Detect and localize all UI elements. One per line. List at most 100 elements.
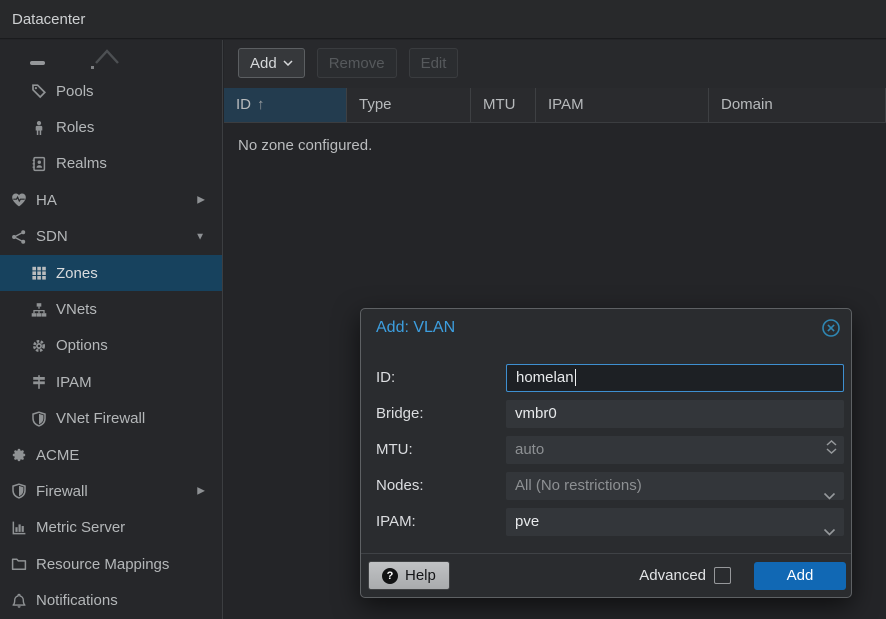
- sidebar-item-vnets[interactable]: VNets: [0, 291, 222, 327]
- nodes-label: Nodes:: [376, 472, 506, 500]
- ipam-value: pve: [515, 513, 539, 530]
- sort-ascending-icon: ↑: [257, 96, 265, 113]
- field-row-id: ID: homelan: [376, 364, 844, 392]
- column-label: IPAM: [548, 96, 584, 113]
- sidebar-item-label: Metric Server: [36, 519, 125, 536]
- add-vlan-dialog: Add: VLAN ID:homelanBridge:vmbr0MTU:auto…: [360, 308, 852, 598]
- shield-icon: [10, 483, 28, 499]
- sidebar-item-label: Options: [56, 337, 108, 354]
- chevron-down-icon: [283, 60, 293, 66]
- heartbeat-icon: [10, 192, 28, 208]
- dialog-header[interactable]: Add: VLAN: [361, 309, 851, 345]
- close-icon[interactable]: [821, 318, 841, 338]
- shield-icon: [30, 411, 48, 427]
- column-header-id[interactable]: ID↑: [224, 88, 347, 122]
- field-row-nodes: Nodes:All (No restrictions): [376, 472, 844, 500]
- sidebar-item-ipam[interactable]: IPAM: [0, 364, 222, 400]
- sidebar-item-notifications[interactable]: Notifications: [0, 582, 222, 618]
- edit-button-label: Edit: [421, 55, 447, 72]
- id-label: ID:: [376, 364, 506, 392]
- grid-icon: [30, 265, 48, 281]
- sidebar-item-realms[interactable]: Realms: [0, 146, 222, 182]
- sidebar-item-firewall[interactable]: Firewall ▶: [0, 473, 222, 509]
- partially-scrolled-item[interactable]: [0, 40, 222, 73]
- id-value: homelan: [516, 369, 574, 386]
- advanced-label: Advanced: [639, 567, 706, 584]
- help-button-label: Help: [405, 567, 436, 584]
- sidebar-item-acme[interactable]: ACME: [0, 437, 222, 473]
- column-header-mtu[interactable]: MTU: [471, 88, 536, 122]
- chevron-down-icon[interactable]: [823, 482, 836, 510]
- share-nodes-icon: [10, 229, 28, 245]
- caret-down-icon[interactable]: ▼: [195, 231, 205, 242]
- ipam-label: IPAM:: [376, 508, 506, 536]
- sidebar-item-sdn[interactable]: SDN ▼: [0, 219, 222, 255]
- mtu-spinner-field[interactable]: auto: [506, 436, 844, 464]
- add-submit-button[interactable]: Add: [754, 562, 846, 590]
- column-header-type[interactable]: Type: [347, 88, 471, 122]
- field-row-bridge: Bridge:vmbr0: [376, 400, 844, 428]
- zones-toolbar: Add Remove Edit: [224, 40, 886, 88]
- bridge-input[interactable]: vmbr0: [506, 400, 844, 428]
- id-input[interactable]: homelan: [506, 364, 844, 392]
- sidebar-item-options[interactable]: Options: [0, 328, 222, 364]
- chevron-down-icon[interactable]: [823, 518, 836, 546]
- sidebar-item-label: Pools: [56, 83, 94, 100]
- top-header-bar: Datacenter: [0, 0, 886, 39]
- caret-right-icon[interactable]: ▶: [197, 195, 205, 206]
- navigation-sidebar: Pools Roles Realms HA ▶ SDN ▼ Zones VNets Options…: [0, 40, 223, 619]
- tag-icon: [30, 83, 48, 99]
- page-title: Datacenter: [12, 0, 85, 39]
- address-book-icon: [30, 156, 48, 172]
- edit-button[interactable]: Edit: [409, 48, 459, 78]
- sidebar-item-label: VNet Firewall: [56, 410, 145, 427]
- field-row-ipam: IPAM: pve: [376, 508, 844, 536]
- add-button-label: Add: [250, 55, 277, 72]
- sidebar-item-metric-server[interactable]: Metric Server: [0, 510, 222, 546]
- sidebar-item-pools[interactable]: Pools: [0, 73, 222, 109]
- bridge-label: Bridge:: [376, 400, 506, 428]
- user-icon: [30, 120, 48, 136]
- chevron-up-icon: [94, 47, 120, 65]
- sidebar-item-label: IPAM: [56, 374, 92, 391]
- sidebar-item-label: VNets: [56, 301, 97, 318]
- ipam-dropdown[interactable]: pve: [506, 508, 844, 536]
- sidebar-item-label: SDN: [36, 228, 68, 245]
- sidebar-item-ha[interactable]: HA ▶: [0, 182, 222, 218]
- empty-table-message: No zone configured.: [238, 137, 886, 154]
- sidebar-item-label: ACME: [36, 447, 79, 464]
- bell-icon: [10, 593, 28, 609]
- column-label: Type: [359, 96, 392, 113]
- sitemap-icon: [30, 302, 48, 318]
- sidebar-item-label: Realms: [56, 155, 107, 172]
- spinner-up-down-icon[interactable]: [826, 440, 837, 454]
- dialog-footer: ? Help Advanced Add: [361, 553, 851, 597]
- column-header-domain[interactable]: Domain: [709, 88, 886, 122]
- sidebar-item-vnet-firewall[interactable]: VNet Firewall: [0, 401, 222, 437]
- sidebar-item-label: Roles: [56, 119, 94, 136]
- sidebar-item-label: HA: [36, 192, 57, 209]
- text-cursor: [575, 369, 576, 386]
- add-button[interactable]: Add: [238, 48, 305, 78]
- field-row-mtu: MTU: auto: [376, 436, 844, 464]
- signpost-icon: [30, 374, 48, 390]
- sidebar-item-label: Zones: [56, 265, 98, 282]
- advanced-checkbox[interactable]: [714, 567, 731, 584]
- mtu-label: MTU:: [376, 436, 506, 464]
- column-header-ipam[interactable]: IPAM: [536, 88, 709, 122]
- nodes-dropdown[interactable]: All (No restrictions): [506, 472, 844, 500]
- caret-right-icon[interactable]: ▶: [197, 486, 205, 497]
- sidebar-item-resource-mappings[interactable]: Resource Mappings: [0, 546, 222, 582]
- mtu-value: auto: [515, 441, 544, 458]
- sidebar-item-label: Resource Mappings: [36, 556, 169, 573]
- remove-button-label: Remove: [329, 55, 385, 72]
- help-button[interactable]: ? Help: [368, 561, 450, 590]
- dialog-form: ID:homelanBridge:vmbr0MTU:autoNodes:All …: [361, 345, 851, 536]
- sidebar-item-zones[interactable]: Zones: [0, 255, 222, 291]
- remove-button[interactable]: Remove: [317, 48, 397, 78]
- column-label: Domain: [721, 96, 773, 113]
- sidebar-item-label: Firewall: [36, 483, 88, 500]
- sidebar-item-roles[interactable]: Roles: [0, 109, 222, 145]
- text-fragment: [91, 66, 94, 69]
- bar-chart-icon: [10, 520, 28, 536]
